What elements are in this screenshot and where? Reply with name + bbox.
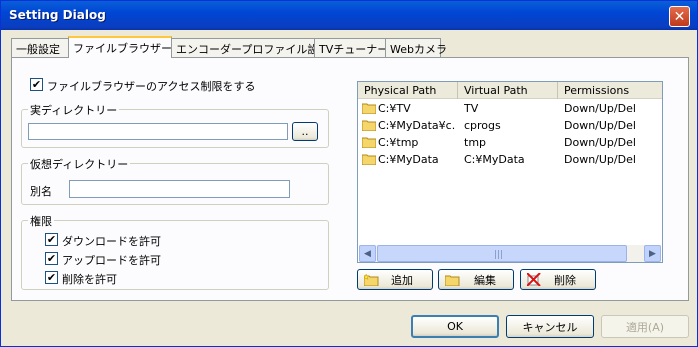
tab-encoder-profile[interactable]: エンコーダープロファイル設定 [171,38,329,57]
folder-icon [362,137,376,148]
allow-download-label: ダウンロードを許可 [62,235,161,248]
tab-file-browser[interactable]: ファイルブラウザー [68,36,172,58]
add-folder-icon [364,273,379,286]
horizontal-scrollbar[interactable]: ◀ ||| ▶ [359,245,661,262]
allow-upload-label: アップロードを許可 [62,254,161,267]
list-row[interactable]: C:¥MyData C:¥MyData Down/Up/Del [358,151,662,168]
ok-button-label: OK [447,320,463,333]
allow-delete-checkbox[interactable]: ✔ [45,271,58,284]
virtual-path-cell: tmp [464,136,487,149]
permissions-cell: Down/Up/Del [564,136,636,149]
browse-button-label: .. [301,125,309,138]
allow-download-checkbox[interactable]: ✔ [45,233,58,246]
alias-input[interactable] [69,180,290,198]
folder-icon [362,154,376,165]
physical-path-cell: C:¥MyData¥c... [378,119,456,132]
allow-upload-checkbox[interactable]: ✔ [45,252,58,265]
apply-button-label: 適用(A) [625,320,665,334]
permissions-cell: Down/Up/Del [564,102,636,115]
close-button[interactable]: ✕ [669,6,690,27]
access-control-label: ファイルブラウザーのアクセス制限をする [47,80,256,93]
add-button-label: 追加 [391,273,413,287]
virtual-path-cell: cprogs [464,119,501,132]
physical-path-cell: C:¥MyData [378,153,439,166]
physical-path-cell: C:¥tmp [378,136,419,149]
add-button[interactable]: 追加 [357,269,433,290]
browse-button[interactable]: .. [292,122,318,141]
tab-tv-tuner[interactable]: TVチューナー [314,38,388,57]
scroll-grip-icon: ||| [494,250,504,260]
real-directory-title: 実ディレクトリー [28,102,120,118]
tab-general[interactable]: 一般設定 [11,38,69,57]
folder-icon [362,120,376,131]
tab-webcam[interactable]: Webカメラ [385,38,447,57]
virtual-path-cell: TV [464,102,479,115]
allow-delete-label: 削除を許可 [62,273,117,286]
edit-button[interactable]: 編集 [438,269,514,290]
ok-button[interactable]: OK [411,315,499,338]
scroll-right-button[interactable]: ▶ [644,245,661,262]
list-row[interactable]: C:¥tmp tmp Down/Up/Del [358,134,662,151]
real-directory-input[interactable] [28,123,288,140]
edit-folder-icon [445,275,460,286]
delete-icon [527,273,541,286]
delete-button[interactable]: 削除 [520,269,596,290]
close-icon: ✕ [673,8,686,25]
list-row[interactable]: C:¥MyData¥c... cprogs Down/Up/Del [358,117,662,134]
scroll-thumb[interactable]: ||| [377,245,627,262]
delete-button-label: 削除 [554,273,576,287]
permissions-title: 権限 [28,213,54,229]
edit-button-label: 編集 [474,273,496,287]
column-permissions[interactable]: Permissions [558,82,662,99]
permissions-cell: Down/Up/Del [564,119,636,132]
access-control-checkbox[interactable]: ✔ [30,78,43,91]
virtual-path-cell: C:¥MyData [464,153,525,166]
list-row[interactable]: C:¥TV TV Down/Up/Del [358,100,662,117]
physical-path-cell: C:¥TV [378,102,411,115]
directory-list[interactable]: Physical Path Virtual Path Permissions C… [357,81,663,263]
column-virtual-path[interactable]: Virtual Path [458,82,558,99]
alias-label: 別名 [30,185,52,198]
folder-icon [362,103,376,114]
apply-button[interactable]: 適用(A) [601,315,689,338]
title-bar[interactable]: Setting Dialog ✕ [1,1,697,30]
window-title: Setting Dialog [9,8,106,22]
cancel-button-label: キャンセル [522,320,578,334]
column-physical-path[interactable]: Physical Path [358,82,458,99]
list-header: Physical Path Virtual Path Permissions [358,82,662,99]
virtual-directory-title: 仮想ディレクトリー [28,156,131,172]
scroll-left-button[interactable]: ◀ [359,245,376,262]
permissions-cell: Down/Up/Del [564,153,636,166]
setting-dialog-window: Setting Dialog ✕ 一般設定 ファイルブラウザー エンコーダープロ… [0,0,698,347]
cancel-button[interactable]: キャンセル [506,315,594,338]
